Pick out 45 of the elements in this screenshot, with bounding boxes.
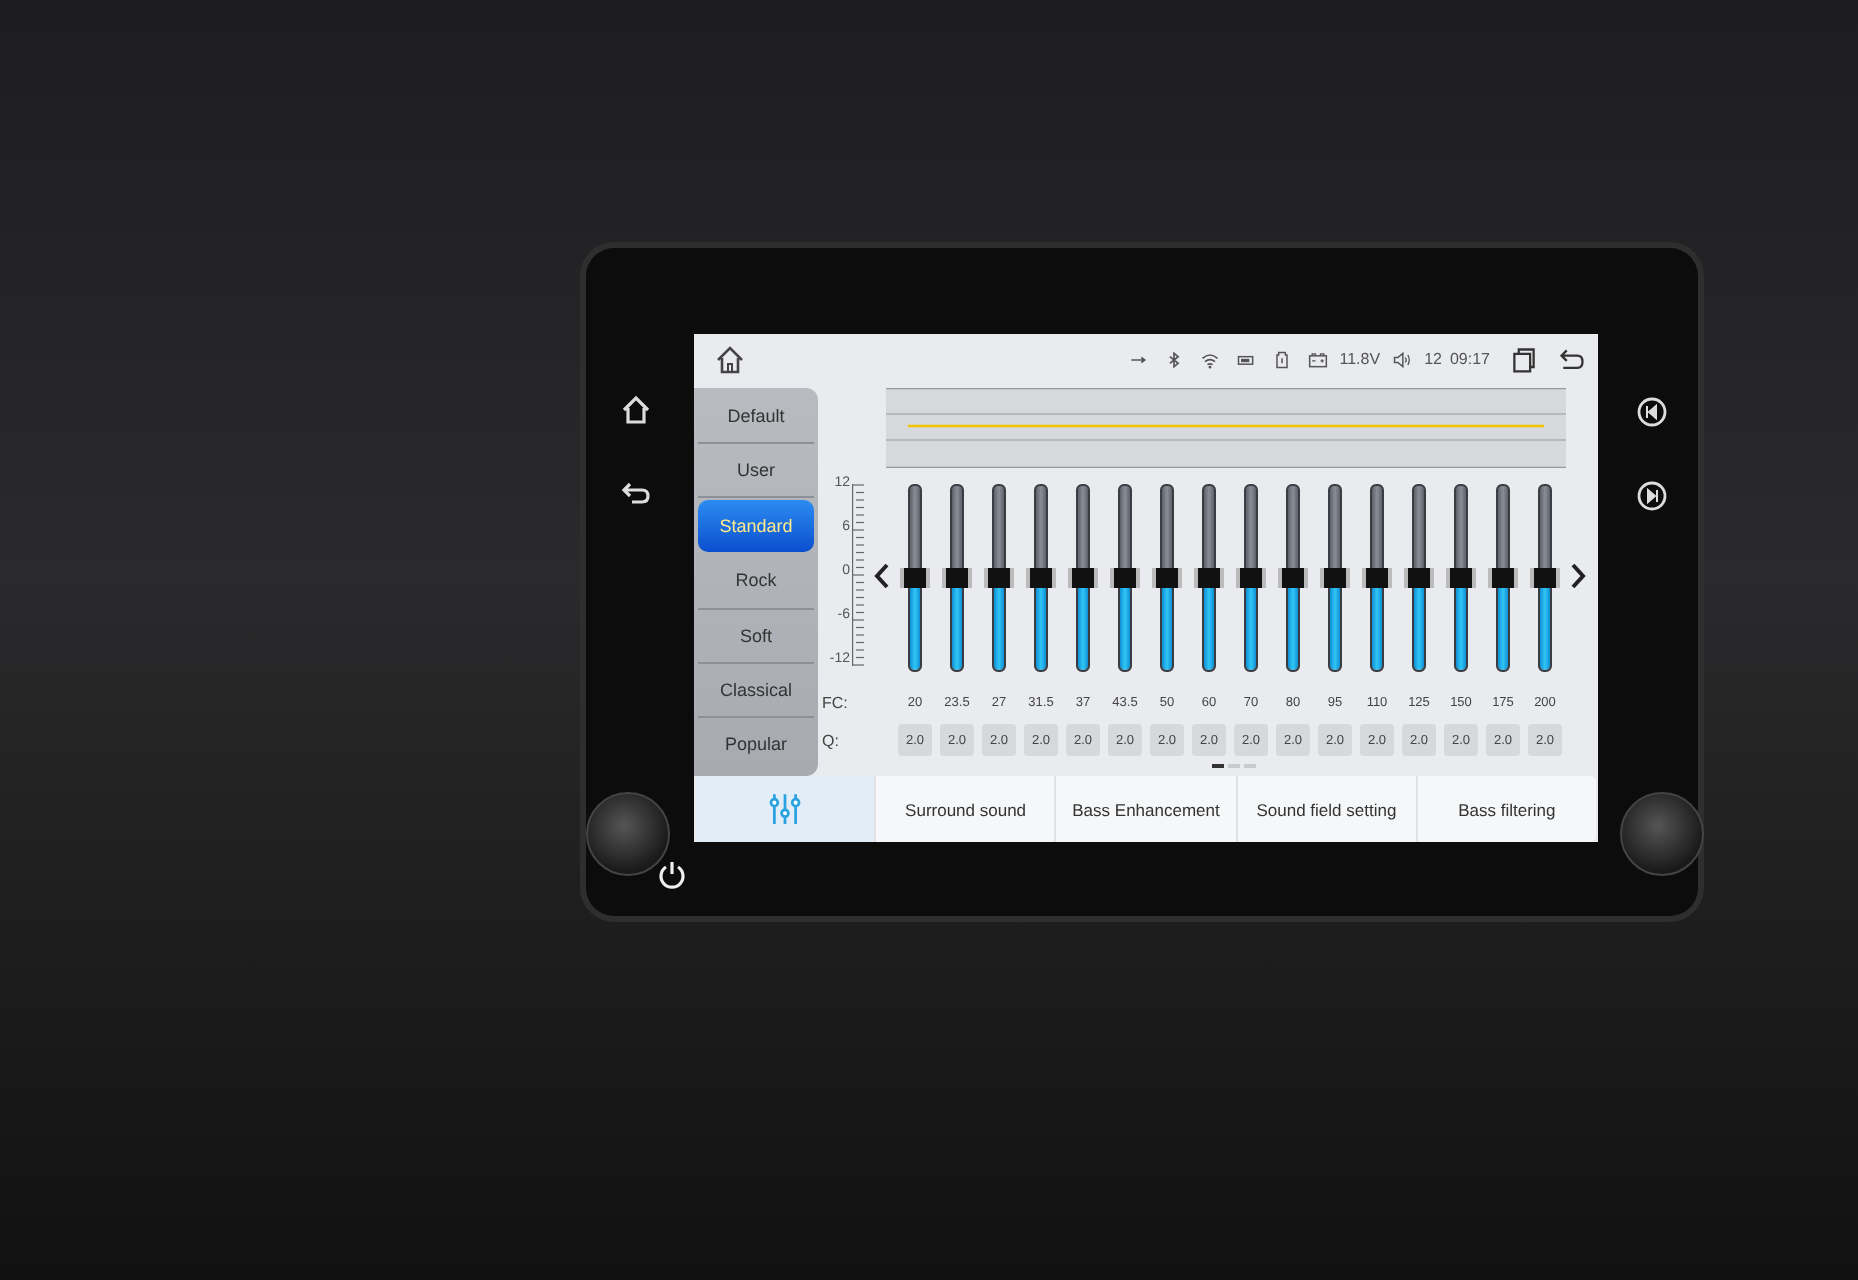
preset-button[interactable]: Popular xyxy=(698,717,814,770)
slider-thumb[interactable] xyxy=(1320,568,1350,588)
slider-thumb[interactable] xyxy=(1152,568,1182,588)
wifi-icon xyxy=(1199,349,1220,369)
slider-thumb[interactable] xyxy=(942,568,972,588)
slider-thumb[interactable] xyxy=(1068,568,1098,588)
preset-button[interactable]: Soft xyxy=(698,609,814,664)
volume-icon xyxy=(1392,349,1413,369)
car-battery-icon xyxy=(1307,349,1328,369)
preset-button[interactable]: Classical xyxy=(698,663,814,718)
tab[interactable]: Sound field setting xyxy=(1235,776,1416,842)
tab[interactable]: Surround sound xyxy=(874,776,1055,842)
next-icon[interactable] xyxy=(1636,480,1668,512)
tab[interactable]: Bass Enhancement xyxy=(1054,776,1236,842)
preset-button[interactable]: Rock xyxy=(698,554,814,610)
preset-button[interactable]: User xyxy=(698,444,814,499)
power-icon[interactable] xyxy=(656,858,688,890)
slider-thumb[interactable] xyxy=(900,568,930,588)
preset-button[interactable]: Default xyxy=(698,390,814,445)
equalizer-icon xyxy=(768,792,803,826)
slider-thumb[interactable] xyxy=(1488,568,1518,588)
preset-button[interactable]: Standard xyxy=(698,500,814,553)
home-icon[interactable] xyxy=(714,343,746,375)
q-label: Q: xyxy=(820,731,841,749)
slider-thumb[interactable] xyxy=(1278,568,1308,588)
slider-thumb[interactable] xyxy=(1236,568,1266,588)
voltage-text: 11.8V xyxy=(1339,350,1381,368)
chevron-left-icon[interactable] xyxy=(874,562,890,590)
clock-text: 09:17 xyxy=(1449,350,1490,368)
slider-thumb[interactable] xyxy=(1362,568,1392,588)
slider-thumb[interactable] xyxy=(1530,568,1560,588)
slider-thumb[interactable] xyxy=(1194,568,1224,588)
recent-apps-icon[interactable] xyxy=(1510,345,1538,373)
slider-thumb[interactable] xyxy=(984,568,1014,588)
slider-thumb[interactable] xyxy=(1404,568,1434,588)
sd-card-icon xyxy=(1271,349,1292,369)
tab[interactable]: Bass filtering xyxy=(1415,776,1597,842)
fc-label: FC: xyxy=(820,693,850,711)
chevron-right-icon[interactable] xyxy=(1570,562,1586,590)
previous-icon[interactable] xyxy=(1636,396,1668,428)
slider-thumb[interactable] xyxy=(1446,568,1476,588)
volume-level-text: 12 xyxy=(1424,350,1442,368)
slider-thumb[interactable] xyxy=(1026,568,1056,588)
back-icon[interactable] xyxy=(1558,345,1586,373)
slider-thumb[interactable] xyxy=(1110,568,1140,588)
